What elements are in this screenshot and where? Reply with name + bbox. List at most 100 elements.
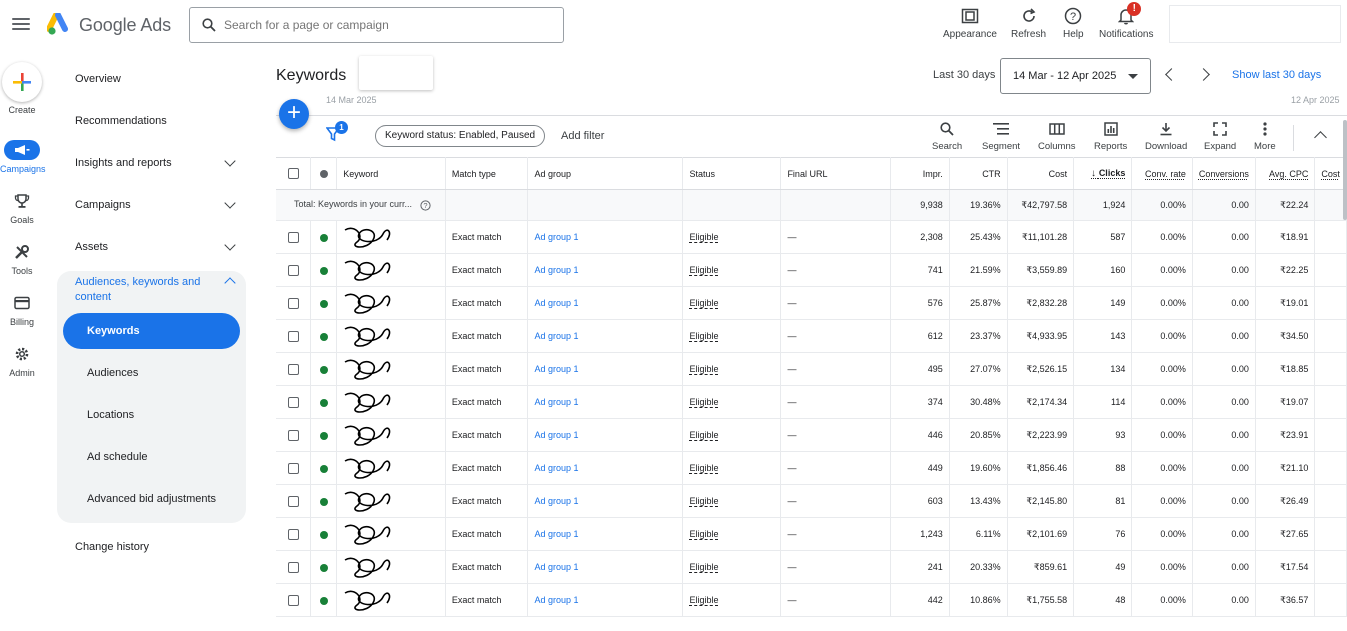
keyword-cell[interactable] (336, 550, 446, 584)
status-cell[interactable]: Eligible (689, 364, 718, 374)
conversions-column-header[interactable]: Conversions (1192, 157, 1256, 190)
show-last-30-days-link[interactable]: Show last 30 days (1232, 69, 1321, 81)
row-checkbox[interactable] (287, 495, 299, 507)
row-checkbox[interactable] (287, 594, 299, 606)
enabled-status-dot-icon[interactable] (319, 365, 328, 374)
row-checkbox[interactable] (287, 363, 299, 375)
appearance-button[interactable]: Appearance (943, 6, 997, 40)
clicks-column-header[interactable]: ↓ Clicks (1073, 157, 1133, 190)
ctr-column-header[interactable]: CTR (949, 157, 1008, 190)
row-checkbox[interactable] (287, 330, 299, 342)
ad-group-link[interactable]: Ad group 1 (534, 265, 578, 275)
row-select-cell[interactable] (276, 352, 312, 386)
row-select-cell[interactable] (276, 418, 312, 452)
nav-assets[interactable]: Assets (75, 239, 240, 253)
keyword-cell[interactable] (336, 319, 446, 353)
status-cell[interactable]: Eligible (689, 232, 718, 242)
status-cell[interactable]: Eligible (689, 463, 718, 473)
final-url-column-header[interactable]: Final URL (780, 157, 892, 190)
refresh-button[interactable]: Refresh (1011, 6, 1046, 40)
table-row[interactable]: Exact match Ad group 1 Eligible — 446 20.85% ₹… (276, 418, 1347, 452)
status-cell[interactable]: Eligible (689, 265, 718, 275)
status-cell[interactable]: Eligible (689, 496, 718, 506)
row-select-cell[interactable] (276, 583, 312, 617)
table-row[interactable]: Exact match Ad group 1 Eligible — 1,243 6.11%… (276, 517, 1347, 551)
cost-column-header[interactable]: Cost (1007, 157, 1075, 190)
enabled-status-dot-icon[interactable] (319, 530, 328, 539)
select-all-checkbox[interactable] (287, 168, 299, 180)
row-checkbox[interactable] (287, 297, 299, 309)
keyword-column-header[interactable]: Keyword (336, 157, 446, 190)
row-checkbox[interactable] (287, 264, 299, 276)
nav-insights-and-reports[interactable]: Insights and reports (75, 155, 240, 169)
status-cell[interactable]: Eligible (689, 529, 718, 539)
google-ads-logo[interactable]: Google Ads (47, 13, 171, 37)
nav-overview[interactable]: Overview (75, 73, 240, 85)
columns-button[interactable]: Columns (1038, 121, 1076, 152)
notifications-button[interactable]: ! Notifications (1099, 2, 1153, 40)
ad-group-link[interactable]: Ad group 1 (534, 364, 578, 374)
add-keyword-button[interactable]: + (279, 99, 309, 129)
select-all-header[interactable] (276, 157, 312, 190)
vertical-scrollbar[interactable] (1343, 120, 1347, 220)
cost-per-conv-column-header[interactable]: Cost (1314, 157, 1347, 190)
match-type-column-header[interactable]: Match type (445, 157, 529, 190)
table-row[interactable]: Exact match Ad group 1 Eligible — 2,308 25.43… (276, 220, 1347, 254)
nav-recommendations[interactable]: Recommendations (75, 115, 240, 127)
ad-group-link[interactable]: Ad group 1 (534, 298, 578, 308)
keyword-cell[interactable] (336, 517, 446, 551)
table-row[interactable]: Exact match Ad group 1 Eligible — 241 20.33% ₹… (276, 550, 1347, 584)
avg-cpc-column-header[interactable]: Avg. CPC (1255, 157, 1316, 190)
table-row[interactable]: Exact match Ad group 1 Eligible — 442 10.86% ₹… (276, 583, 1347, 617)
row-select-cell[interactable] (276, 220, 312, 254)
impr-column-header[interactable]: Impr. (890, 157, 950, 190)
keyword-cell[interactable] (336, 253, 446, 287)
nav-advanced-bid-adjustments[interactable]: Advanced bid adjustments (87, 493, 216, 505)
row-select-cell[interactable] (276, 517, 312, 551)
ad-group-link[interactable]: Ad group 1 (534, 562, 578, 572)
status-cell[interactable]: Eligible (689, 595, 718, 605)
rail-campaigns[interactable]: Campaigns (0, 140, 46, 174)
row-checkbox[interactable] (287, 231, 299, 243)
keyword-cell[interactable] (336, 352, 446, 386)
enabled-status-dot-icon[interactable] (319, 299, 328, 308)
nav-ad-schedule[interactable]: Ad schedule (87, 451, 148, 463)
help-button[interactable]: ? Help (1063, 6, 1084, 40)
rail-create[interactable]: Create (0, 105, 44, 115)
enabled-status-dot-icon[interactable] (319, 563, 328, 572)
nav-audiences-keywords-content[interactable]: Audiences, keywords and content (75, 275, 240, 305)
nav-audiences[interactable]: Audiences (87, 367, 138, 379)
status-cell[interactable]: Eligible (689, 430, 718, 440)
status-cell[interactable]: Eligible (689, 331, 718, 341)
table-row[interactable]: Exact match Ad group 1 Eligible — 495 27.07% ₹… (276, 352, 1347, 386)
table-row[interactable]: Exact match Ad group 1 Eligible — 576 25.87% ₹… (276, 286, 1347, 320)
row-checkbox[interactable] (287, 396, 299, 408)
search-box[interactable] (189, 7, 564, 43)
status-cell[interactable]: Eligible (689, 397, 718, 407)
table-row[interactable]: Exact match Ad group 1 Eligible — 449 19.60% ₹… (276, 451, 1347, 485)
keyword-cell[interactable] (336, 220, 446, 254)
table-row[interactable]: Exact match Ad group 1 Eligible — 603 13.43% ₹… (276, 484, 1347, 518)
search-input[interactable] (224, 18, 544, 32)
enabled-status-dot-icon[interactable] (319, 233, 328, 242)
table-row[interactable]: Exact match Ad group 1 Eligible — 741 21.59% ₹… (276, 253, 1347, 287)
rail-admin[interactable]: Admin (0, 344, 44, 378)
ad-group-link[interactable]: Ad group 1 (534, 463, 578, 473)
table-row[interactable]: Exact match Ad group 1 Eligible — 612 23.37% ₹… (276, 319, 1347, 353)
keyword-cell[interactable] (336, 286, 446, 320)
ad-group-link[interactable]: Ad group 1 (534, 595, 578, 605)
ad-group-link[interactable]: Ad group 1 (534, 496, 578, 506)
nav-campaigns[interactable]: Campaigns (75, 197, 240, 211)
search-tool-button[interactable]: Search (932, 121, 962, 152)
enabled-status-dot-icon[interactable] (319, 596, 328, 605)
row-checkbox[interactable] (287, 429, 299, 441)
rail-billing[interactable]: Billing (0, 293, 44, 327)
enabled-status-dot-icon[interactable] (319, 497, 328, 506)
row-checkbox[interactable] (287, 561, 299, 573)
row-select-cell[interactable] (276, 385, 312, 419)
row-select-cell[interactable] (276, 451, 312, 485)
keyword-cell[interactable] (336, 484, 446, 518)
more-button[interactable]: More (1254, 121, 1276, 152)
rail-goals[interactable]: Goals (0, 191, 44, 225)
row-select-cell[interactable] (276, 319, 312, 353)
